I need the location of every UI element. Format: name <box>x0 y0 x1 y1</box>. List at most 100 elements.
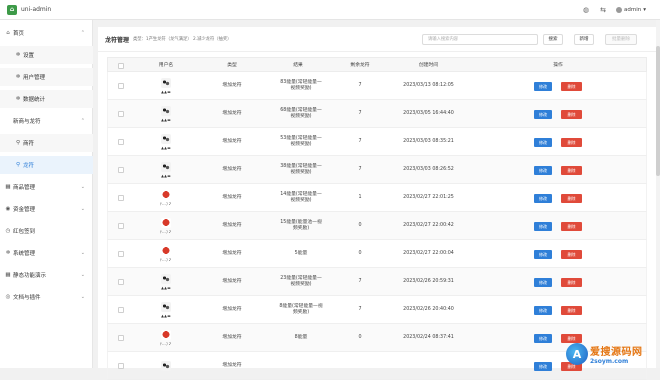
translate-icon[interactable]: ⇆ <box>599 6 607 14</box>
avatar <box>161 330 171 340</box>
watermark-cn: 爱搜源码网 <box>590 343 643 358</box>
cell-created: 2023/02/24 08:37:41 <box>389 324 468 352</box>
cell-result: 53能量(常轻能量—视频奖励) <box>278 128 324 156</box>
grid-icon: ▦ <box>4 184 12 190</box>
cell-type: 增加龙符 <box>199 268 265 296</box>
cell-remaining: 7 <box>331 72 389 100</box>
delete-button[interactable]: 删除 <box>561 194 582 203</box>
delete-button[interactable]: 删除 <box>561 250 582 259</box>
cell-type: 增加龙符 <box>199 128 265 156</box>
row-checkbox[interactable] <box>118 363 124 369</box>
user-name: ﾃ…ﾌ㇇ <box>160 229 172 235</box>
edit-button[interactable]: 修改 <box>534 166 552 175</box>
delete-button[interactable]: 删除 <box>561 138 582 147</box>
edit-button[interactable]: 修改 <box>534 362 552 371</box>
chevron-down-icon: ▾ <box>643 7 646 13</box>
search-input[interactable]: 请输入搜索内容 <box>422 34 538 45</box>
row-checkbox[interactable] <box>118 223 124 229</box>
sidebar-item-goods[interactable]: ▦ 商品管理 ⌄ <box>0 178 93 196</box>
add-button[interactable]: 新增 <box>574 34 594 45</box>
sidebar-item-stats[interactable]: ✲ 数据统计 <box>0 90 93 108</box>
sidebar-item-home[interactable]: ⌂ 首页 ⌃ <box>0 24 93 42</box>
row-checkbox[interactable] <box>118 335 124 341</box>
cell-result <box>278 352 324 380</box>
cell-created: 2023/02/27 22:01:25 <box>389 184 468 212</box>
row-checkbox[interactable] <box>118 251 124 257</box>
edit-button[interactable]: 修改 <box>534 194 552 203</box>
cell-created: 2023/02/26 20:59:31 <box>389 268 468 296</box>
cell-type: 增加龙符 <box>199 184 265 212</box>
cell-created: 2023/02/27 22:00:42 <box>389 212 468 240</box>
delete-button[interactable]: 删除 <box>561 278 582 287</box>
cell-type: 增加龙符 <box>199 156 265 184</box>
palette-icon[interactable]: ◍ <box>582 6 590 14</box>
edit-button[interactable]: 修改 <box>534 222 552 231</box>
cell-result: 38能量(常轻能量—视频奖励) <box>278 156 324 184</box>
row-checkbox[interactable] <box>118 83 124 89</box>
sidebar-item-static-demo[interactable]: ▦ 静态功能演示 ⌄ <box>0 266 93 284</box>
edit-button[interactable]: 修改 <box>534 138 552 147</box>
cell-remaining: 1 <box>331 184 389 212</box>
page-scrollbar[interactable] <box>656 20 660 368</box>
avatar <box>161 162 171 172</box>
table-row: ▲▲▬ 增加龙符 53能量(常轻能量—视频奖励) 7 2023/03/03 08… <box>107 128 647 156</box>
batch-delete-button[interactable]: 批量删除 <box>605 34 637 45</box>
delete-button[interactable]: 删除 <box>561 110 582 119</box>
select-all-checkbox[interactable] <box>118 63 124 69</box>
row-checkbox[interactable] <box>118 195 124 201</box>
header-actions: 操作 <box>468 58 648 73</box>
avatar <box>161 218 171 228</box>
user-avatar-icon <box>616 7 622 13</box>
user-name: ▲▲▬ <box>161 145 171 151</box>
sidebar-item-redpacket[interactable]: ◷ 红包签到 <box>0 222 93 240</box>
sidebar-item-system[interactable]: ✲ 系统管理 ⌄ <box>0 244 93 262</box>
chevron-down-icon: ⌄ <box>81 184 85 190</box>
user-name: ▲▲▬ <box>161 285 171 291</box>
sidebar-item-longfu[interactable]: ⚲ 龙符 <box>0 156 93 174</box>
location-icon: ⚲ <box>14 140 22 146</box>
cell-type: 增加龙符 <box>199 72 265 100</box>
sidebar-item-settings[interactable]: ✲ 设置 <box>0 46 93 64</box>
cell-type: 增加龙符 <box>199 352 265 380</box>
sidebar-item-shangfu[interactable]: ⚲ 商符 <box>0 134 93 152</box>
scrollbar-thumb[interactable] <box>656 46 660 176</box>
cell-created <box>389 352 468 380</box>
page-title: 龙符管理 <box>105 35 129 44</box>
cell-remaining: 7 <box>331 128 389 156</box>
delete-button[interactable]: 删除 <box>561 82 582 91</box>
avatar <box>161 302 171 312</box>
edit-button[interactable]: 修改 <box>534 306 552 315</box>
sidebar-item-shangfu-longfu[interactable]: 新商与龙符 ⌃ <box>0 112 93 130</box>
edit-button[interactable]: 修改 <box>534 110 552 119</box>
cell-remaining <box>331 352 389 380</box>
edit-button[interactable]: 修改 <box>534 334 552 343</box>
row-checkbox[interactable] <box>118 307 124 313</box>
row-checkbox[interactable] <box>118 139 124 145</box>
sidebar-item-docs[interactable]: ◎ 文档与插件 ⌄ <box>0 288 93 306</box>
edit-button[interactable]: 修改 <box>534 82 552 91</box>
sidebar-item-users[interactable]: ✲ 用户管理 <box>0 68 93 86</box>
cell-created: 2023/03/05 16:44:40 <box>389 100 468 128</box>
row-checkbox[interactable] <box>118 279 124 285</box>
gear-icon: ✲ <box>14 74 22 80</box>
table-row: ▲▲▬ 增加龙符 83能量(常轻能量—视频奖励) 7 2023/03/13 08… <box>107 72 647 100</box>
delete-button[interactable]: 删除 <box>561 166 582 175</box>
search-button[interactable]: 搜索 <box>543 34 563 45</box>
sidebar-item-funds[interactable]: ◉ 资金管理 ⌄ <box>0 200 93 218</box>
user-menu[interactable]: admin ▾ <box>616 7 646 13</box>
row-checkbox[interactable] <box>118 167 124 173</box>
cell-result: 68能量(常轻能量—视频奖励) <box>278 100 324 128</box>
table-row: ﾃ…ﾌ㇇ 增加龙符 5能量 0 2023/02/27 22:00:04 修改 删… <box>107 240 647 268</box>
page-subtitle: 类型：1产生龙符（龙气满足） 2.减少龙符（抽奖） <box>133 36 231 42</box>
row-checkbox[interactable] <box>118 111 124 117</box>
edit-button[interactable]: 修改 <box>534 250 552 259</box>
header-created: 创建时间 <box>389 58 468 73</box>
edit-button[interactable]: 修改 <box>534 278 552 287</box>
delete-button[interactable]: 删除 <box>561 222 582 231</box>
cell-remaining: 7 <box>331 268 389 296</box>
table-row: ﾃ…ﾌ㇇ 增加龙符 14能量(常轻能量—视频奖励) 1 2023/02/27 2… <box>107 184 647 212</box>
delete-button[interactable]: 删除 <box>561 306 582 315</box>
cell-result: 15能量(能量池—视频奖励) <box>278 212 324 240</box>
avatar <box>161 361 171 371</box>
avatar <box>161 246 171 256</box>
